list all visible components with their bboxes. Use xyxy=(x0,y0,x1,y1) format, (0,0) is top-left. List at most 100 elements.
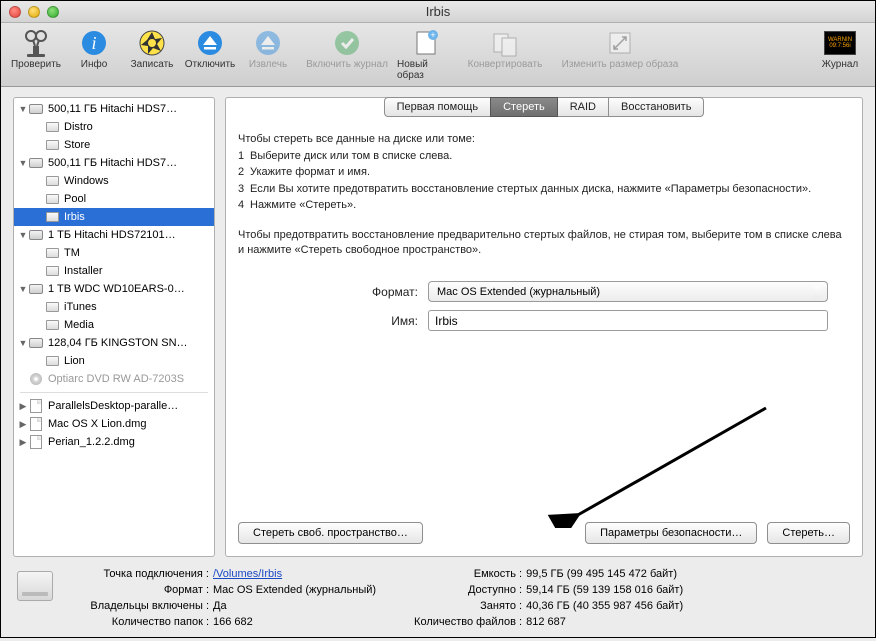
sidebar-volume[interactable]: Store xyxy=(14,136,214,154)
sidebar-volume[interactable]: Distro xyxy=(14,118,214,136)
resize-image-icon xyxy=(604,27,636,59)
toolbar-label: Изменить размер образа xyxy=(562,59,679,70)
main-panel: Первая помощьСтеретьRAIDВосстановить Что… xyxy=(225,97,863,557)
volume-icon xyxy=(44,354,60,368)
files-label: Количество файлов : xyxy=(396,615,526,631)
sidebar-disk-image[interactable]: ▶ Perian_1.2.2.dmg xyxy=(14,433,214,451)
device-sidebar[interactable]: ▼500,11 ГБ Hitachi HDS7…DistroStore▼500,… xyxy=(13,97,215,557)
disclosure-triangle-icon[interactable]: ▼ xyxy=(18,104,28,114)
instruction-step: 3Если Вы хотите предотвратить восстановл… xyxy=(238,181,850,198)
instructions: Чтобы стереть все данные на диске или то… xyxy=(238,131,850,214)
sidebar-volume[interactable]: iTunes xyxy=(14,298,214,316)
sidebar-label: 500,11 ГБ Hitachi HDS7… xyxy=(48,103,177,115)
toolbar-label: Записать xyxy=(131,59,174,70)
files-value: 812 687 xyxy=(526,615,566,631)
toolbar: ПроверитьiИнфо Записать Отключить Извлечь Вк… xyxy=(1,23,875,87)
disk-icon xyxy=(17,571,53,601)
sidebar-label: Store xyxy=(64,139,90,151)
sidebar-disk-image[interactable]: ▶Mac OS X Lion.dmg xyxy=(14,415,214,433)
dmg-icon xyxy=(28,417,44,431)
disclosure-triangle-icon[interactable]: ▼ xyxy=(18,284,28,294)
volume-icon xyxy=(44,210,60,224)
tab-bar: Первая помощьСтеретьRAIDВосстановить xyxy=(238,97,850,117)
toolbar-burn[interactable]: Записать xyxy=(123,27,181,81)
convert-icon xyxy=(489,27,521,59)
sidebar-label: Installer xyxy=(64,265,103,277)
sidebar-label: ParallelsDesktop-paralle… xyxy=(48,400,178,412)
available-label: Доступно : xyxy=(396,583,526,599)
sidebar-label: Pool xyxy=(64,193,86,205)
zoom-window-button[interactable] xyxy=(47,6,59,18)
window-title: Irbis xyxy=(426,4,451,19)
sidebar-disk[interactable]: ▼1 TB WDC WD10EARS-0… xyxy=(14,280,214,298)
format-select[interactable]: Mac OS Extended (журнальный) ▲▼ xyxy=(428,281,828,302)
disclosure-triangle-icon[interactable]: ▼ xyxy=(18,158,28,168)
sidebar-label: TM xyxy=(64,247,80,259)
security-options-button[interactable]: Параметры безопасности… xyxy=(585,522,757,544)
volume-icon xyxy=(44,300,60,314)
sidebar-disk[interactable]: ▼1 ТБ Hitachi HDS72101… xyxy=(14,226,214,244)
volume-icon xyxy=(44,192,60,206)
folders-label: Количество папок : xyxy=(65,615,213,631)
sidebar-disk[interactable]: ▼128,04 ГБ KINGSTON SN… xyxy=(14,334,214,352)
used-value: 40,36 ГБ (40 355 987 456 байт) xyxy=(526,599,683,615)
toolbar-label: Отключить xyxy=(185,59,236,70)
toolbar-label: Извлечь xyxy=(249,59,287,70)
sidebar-volume[interactable]: Media xyxy=(14,316,214,334)
sidebar-volume[interactable]: TM xyxy=(14,244,214,262)
sidebar-label: Irbis xyxy=(64,211,85,223)
sidebar-label: Media xyxy=(64,319,94,331)
titlebar: Irbis xyxy=(1,1,875,23)
format-label: Формат: xyxy=(238,285,428,299)
dmg-icon xyxy=(28,399,44,413)
sidebar-disk-image[interactable]: ▶ ParallelsDesktop-paralle… xyxy=(14,397,214,415)
toolbar-unmount[interactable]: Отключить xyxy=(181,27,239,81)
toolbar-new-image[interactable]: +Новый образ xyxy=(397,27,455,81)
tab-firstaid[interactable]: Первая помощь xyxy=(384,97,492,117)
tab-erase[interactable]: Стереть xyxy=(490,97,558,117)
toolbar-verify[interactable]: Проверить xyxy=(7,27,65,81)
sidebar-volume[interactable]: Windows xyxy=(14,172,214,190)
tab-raid[interactable]: RAID xyxy=(557,97,609,117)
journal-on-icon xyxy=(331,27,363,59)
instruction-step: 2Укажите формат и имя. xyxy=(238,164,850,181)
sidebar-disk[interactable]: ▼ 500,11 ГБ Hitachi HDS7… xyxy=(14,100,214,118)
sidebar-disk[interactable]: Optiarc DVD RW AD-7203S xyxy=(14,370,214,388)
disclosure-triangle-icon[interactable]: ▶ xyxy=(18,401,28,412)
mount-point-link[interactable]: /Volumes/Irbis xyxy=(213,568,282,580)
unmount-icon xyxy=(194,27,226,59)
toolbar-convert: Конвертировать xyxy=(455,27,555,81)
disclosure-triangle-icon[interactable]: ▶ xyxy=(18,437,28,448)
tab-restore[interactable]: Восстановить xyxy=(608,97,704,117)
sidebar-separator xyxy=(20,392,208,393)
instruction-step: 4Нажмите «Стереть». xyxy=(238,197,850,214)
erase-free-space-button[interactable]: Стереть своб. пространство… xyxy=(238,522,423,544)
capacity-label: Емкость : xyxy=(396,567,526,583)
erase-button[interactable]: Стереть… xyxy=(767,522,850,544)
disclosure-triangle-icon[interactable]: ▼ xyxy=(18,338,28,348)
toolbar-journal-on: Включить журнал xyxy=(297,27,397,81)
sidebar-volume[interactable]: Lion xyxy=(14,352,214,370)
toolbar-eject: Извлечь xyxy=(239,27,297,81)
toolbar-info[interactable]: iИнфо xyxy=(65,27,123,81)
close-window-button[interactable] xyxy=(9,6,21,18)
disclosure-triangle-icon[interactable]: ▶ xyxy=(18,419,28,430)
sidebar-volume[interactable]: Irbis xyxy=(14,208,214,226)
footer-info: Точка подключения :/Volumes/Irbis Формат… xyxy=(1,557,875,641)
volume-icon xyxy=(44,246,60,260)
volume-icon xyxy=(44,138,60,152)
toolbar-log[interactable]: WARNIN09:7:56i Журнал xyxy=(811,27,869,70)
sidebar-label: Distro xyxy=(64,121,93,133)
sidebar-label: Lion xyxy=(64,355,85,367)
toolbar-label: Новый образ xyxy=(397,59,455,81)
disclosure-triangle-icon[interactable]: ▼ xyxy=(18,230,28,240)
sidebar-label: Perian_1.2.2.dmg xyxy=(48,436,135,448)
sidebar-disk[interactable]: ▼500,11 ГБ Hitachi HDS7… xyxy=(14,154,214,172)
eject-icon xyxy=(252,27,284,59)
name-input[interactable] xyxy=(428,310,828,331)
minimize-window-button[interactable] xyxy=(28,6,40,18)
traffic-lights xyxy=(9,6,59,18)
sidebar-volume[interactable]: Pool xyxy=(14,190,214,208)
sidebar-label: Windows xyxy=(64,175,109,187)
sidebar-volume[interactable]: Installer xyxy=(14,262,214,280)
